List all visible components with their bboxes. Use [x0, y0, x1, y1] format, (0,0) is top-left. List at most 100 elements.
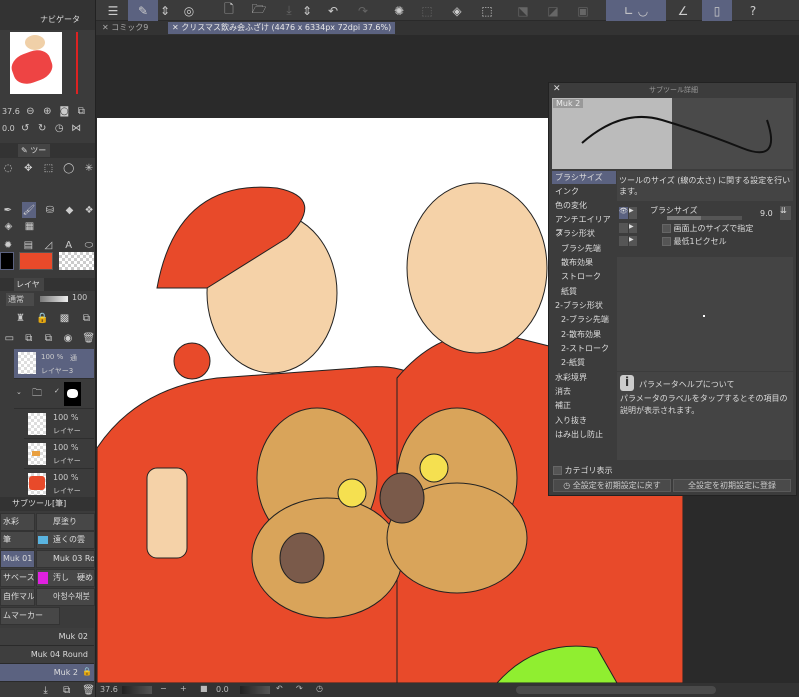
toggle-box[interactable] [619, 223, 628, 233]
zoom-in-button[interactable]: + [180, 684, 187, 693]
save-icon[interactable]: ⤓ [276, 0, 302, 21]
category-item[interactable]: ストローク [552, 270, 616, 283]
balloon-icon[interactable]: ⬭ [83, 239, 95, 252]
snap-ruler-icon[interactable]: ∠ [670, 0, 696, 21]
zoom-out-icon[interactable]: ⊖ [24, 105, 37, 118]
lock-icon[interactable]: 🔒 [36, 312, 49, 325]
toggle-box[interactable] [619, 236, 628, 246]
lasso-select-icon[interactable]: ◌ [2, 162, 14, 175]
device-icon[interactable]: ▯ [702, 0, 732, 21]
rotate-left-icon[interactable]: ↶ [276, 684, 283, 693]
rotation-value[interactable]: 0.0 [2, 124, 15, 133]
move-icon[interactable]: ✥ [22, 162, 34, 175]
category-item[interactable]: インク [552, 185, 616, 198]
brush-size-label[interactable]: ブラシサイズ [650, 205, 698, 216]
snap-icons[interactable]: ∟ ◡ [606, 0, 666, 21]
redo-icon[interactable]: ↷ [350, 0, 376, 21]
eraser-icon[interactable]: ◆ [64, 204, 76, 217]
deselect-icon[interactable]: ⬔ [510, 0, 536, 21]
open-icon[interactable]: 🗁 [246, 0, 272, 21]
zoom-slider[interactable] [122, 686, 152, 694]
subtool-item[interactable]: ムマーカー [0, 607, 60, 625]
expand-arrow-icon[interactable]: ▶ [629, 207, 637, 219]
category-item[interactable]: 補正 [552, 399, 616, 412]
subtool-title[interactable]: サブツール[筆] [12, 498, 66, 509]
layer-tab[interactable]: レイヤー [14, 278, 44, 302]
subtool-item[interactable]: 自作マルチ [0, 588, 35, 606]
category-item[interactable]: アンチエイリアス [552, 213, 616, 237]
undo-icon[interactable]: ↶ [320, 0, 346, 21]
subtool-item[interactable]: 筆 [0, 531, 35, 549]
category-item[interactable]: 2-散布効果 [552, 328, 616, 341]
zoom-value[interactable]: 37.6 [2, 107, 20, 116]
trash-icon[interactable]: 🗑 [82, 684, 95, 697]
blend-mode-select[interactable]: 通常 [6, 293, 34, 306]
subtool-item[interactable]: 水彩 [0, 513, 35, 531]
import-icon[interactable]: ⤓ [40, 684, 51, 697]
switch-icon[interactable]: ⇕ [158, 0, 172, 21]
mask-icon[interactable]: ◉ [63, 332, 74, 345]
layer-row-selected[interactable]: 100 % 通 レイヤー3 [14, 349, 94, 379]
merge-icon[interactable]: ⧉ [43, 332, 54, 345]
duplicate-icon[interactable]: ⧉ [61, 684, 72, 697]
transform-icon[interactable]: ⬚ [474, 0, 500, 21]
category-item[interactable]: ブラシ先端 [552, 242, 616, 255]
horizontal-scrollbar[interactable] [516, 686, 716, 694]
layer-row[interactable]: 100 % レイヤー [24, 470, 94, 499]
zoom-in-icon[interactable]: ⊕ [41, 105, 54, 118]
invert-selection-icon[interactable]: ◪ [540, 0, 566, 21]
actual-size-icon[interactable]: ⧉ [75, 105, 88, 118]
category-item[interactable]: 水彩境界 [552, 371, 616, 384]
fill-icon[interactable]: ◈ [444, 0, 470, 21]
eye-icon[interactable]: 👁 [619, 207, 628, 219]
transparent-color-swatch[interactable] [59, 252, 94, 270]
tab-christmas[interactable]: ✕ クリスマス飲み会ふざけ (4476 x 6334px 72dpi 37.6%… [168, 22, 396, 34]
ruler-icon[interactable]: ◿ [42, 239, 54, 252]
category-item[interactable]: 色の変化 [552, 199, 616, 212]
zoom-out-button[interactable]: − [160, 684, 167, 693]
blend-icon[interactable]: ❖ [83, 204, 95, 217]
reset-defaults-button[interactable]: ◷ 全設定を初期設定に戻す [553, 479, 671, 492]
category-item[interactable]: 入り抜き [552, 414, 616, 427]
new-folder-icon[interactable]: ▭ [4, 332, 15, 345]
decoration-icon[interactable]: ✹ [2, 239, 14, 252]
check-icon[interactable]: ✓ [54, 387, 60, 395]
expand-icon[interactable]: ⌄ [16, 388, 22, 396]
menu-icon[interactable]: ☰ [100, 0, 126, 21]
fit-button[interactable]: ■ [200, 684, 208, 693]
tab-comic9[interactable]: ✕ コミック9 [98, 22, 152, 34]
reference-icon[interactable]: ♜ [14, 312, 27, 325]
category-item[interactable]: ブラシサイズ [552, 171, 616, 184]
layer-row[interactable]: 100 % レイヤー [24, 440, 94, 469]
new-file-icon[interactable]: 🗋 [216, 0, 242, 21]
layer-row[interactable]: 100 % レイヤー [24, 410, 94, 439]
opacity-slider[interactable] [40, 296, 68, 302]
edit-mode-icon[interactable]: ✎ [128, 0, 158, 21]
option-screen-size[interactable]: 画面上のサイズで指定 [662, 223, 753, 234]
category-item[interactable]: 2-ブラシ形状 [552, 299, 616, 312]
category-item[interactable]: はみ出し防止 [552, 428, 616, 441]
layer-folder[interactable]: ⌄ 🗀 ✓ [14, 380, 94, 409]
main-color-swatch[interactable] [0, 252, 14, 270]
subtool-item[interactable]: 厚塗り [36, 513, 95, 531]
rotate-left-icon[interactable]: ↺ [19, 122, 32, 135]
pressure-icon[interactable]: ⇊ [780, 206, 791, 220]
frame-icon[interactable]: ▤ [22, 239, 34, 252]
copy-layer-icon[interactable]: ⧉ [24, 332, 35, 345]
brush-icon[interactable]: 🖌 [21, 202, 37, 218]
subtool-item[interactable]: Muk 03 Round [36, 550, 95, 568]
category-item[interactable]: 2-ブラシ先端 [552, 313, 616, 326]
sub-color-swatch[interactable] [19, 252, 53, 270]
brush-size-slider[interactable] [667, 216, 742, 220]
close-icon[interactable]: ✕ [553, 84, 561, 94]
brush-item-selected[interactable]: Muk 2 [0, 664, 94, 682]
status-zoom[interactable]: 37.6 [100, 685, 118, 694]
subtool-item[interactable]: 아청수채붓 [36, 588, 95, 606]
magic-wand-icon[interactable]: ✳ [83, 162, 95, 175]
opacity-value[interactable]: 100 [72, 293, 87, 302]
category-item[interactable]: 散布効果 [552, 256, 616, 269]
loading-icon[interactable]: ✺ [386, 0, 412, 21]
category-item[interactable]: 消去 [552, 385, 616, 398]
help-icon[interactable]: ? [740, 0, 766, 21]
clip-studio-icon[interactable]: ◎ [176, 0, 202, 21]
